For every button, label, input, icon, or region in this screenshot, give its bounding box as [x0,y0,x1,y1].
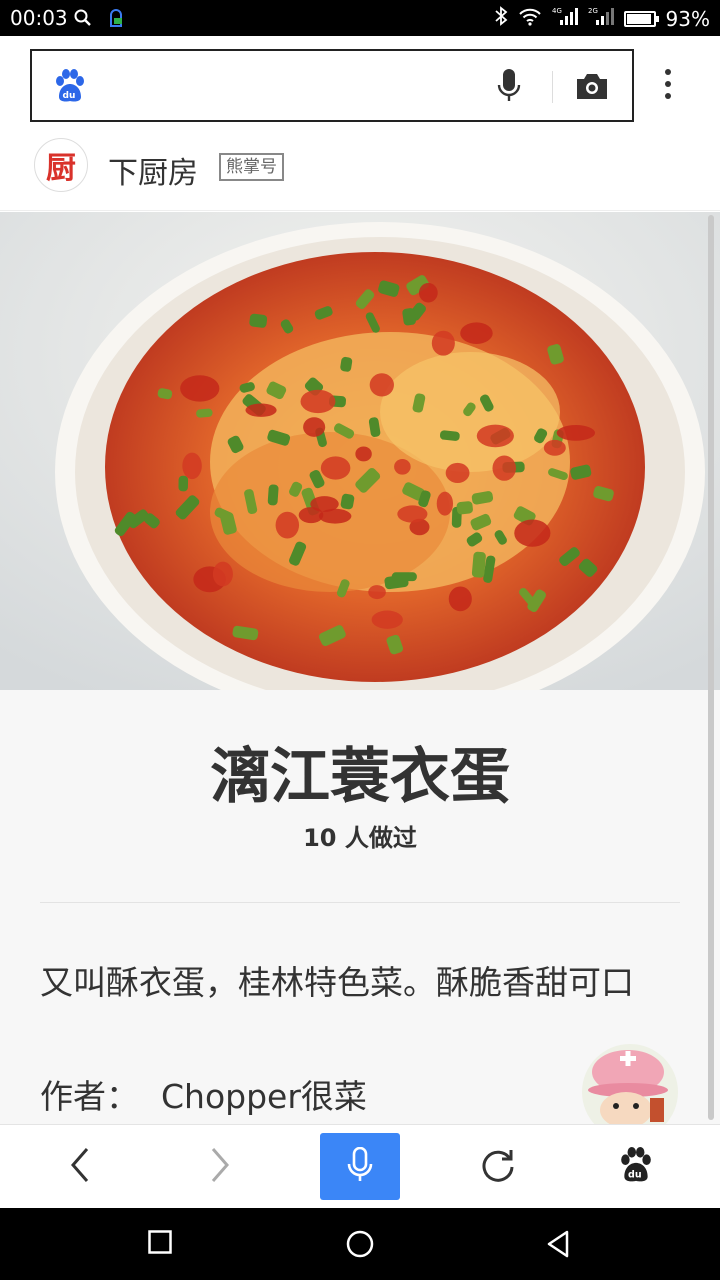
battery-percent: 93% [665,6,710,31]
bluetooth-icon [494,6,508,31]
author-avatar[interactable] [580,1042,680,1124]
divider [40,902,680,903]
green-pepper-piece [402,308,416,326]
recipe-photo [0,212,720,690]
recipe-title: 漓江蓑衣蛋 [210,742,510,812]
tomato-piece [445,462,470,483]
4g-signal-icon: 4G [552,6,578,31]
tomato-piece [303,417,326,437]
tomato-piece [182,452,202,480]
tomato-piece [371,610,403,629]
svg-text:du: du [63,91,76,101]
green-pepper-piece [456,501,473,515]
forward-button[interactable] [180,1125,260,1209]
tomato-piece [318,508,352,524]
green-pepper-piece [178,475,189,492]
author-label: 作者： [40,1077,139,1116]
tomato-piece [543,439,566,456]
recipe-info: 漓江蓑衣蛋 10 人做过 又叫酥衣蛋，桂林特色菜。酥脆香甜可口 作者： Chopp… [0,690,720,1124]
back-icon[interactable] [69,1147,91,1187]
refresh-icon[interactable] [480,1147,516,1187]
tomato-piece [431,330,455,356]
system-navigation-bar [0,1208,720,1280]
tomato-piece [514,519,551,547]
voice-search-icon[interactable] [347,1146,373,1187]
home-icon[interactable] [346,1230,374,1262]
status-time: 00:03 [10,6,68,30]
tomato-piece [556,425,596,441]
tomato-piece [275,511,300,539]
tomato-piece [212,561,233,587]
svg-text:2G: 2G [588,7,598,15]
tomato-piece [355,446,372,462]
made-count: 10 人做过 [303,824,417,852]
tomato-piece [460,322,493,344]
tomato-piece [436,491,454,516]
battery-icon [623,10,659,27]
tomato-piece [492,455,517,481]
tomato-piece [245,403,277,417]
tomato-piece [368,585,386,600]
tomato-piece [369,373,394,397]
camera-icon[interactable] [575,71,609,105]
baidu-paw-icon[interactable]: du [54,69,86,107]
svg-text:4G: 4G [552,7,562,15]
baidu-home-button[interactable]: du [596,1125,676,1209]
browser-toolbar: du [0,1124,720,1208]
green-pepper-piece [471,551,486,578]
back-button[interactable] [40,1125,120,1209]
green-pepper-piece [267,484,279,506]
author-line[interactable]: 作者： Chopper很菜 [40,1070,367,1118]
source-logo[interactable]: 厨 [34,138,88,192]
tomato-piece [418,282,438,303]
2g-signal-icon: 2G [588,6,614,31]
refresh-button[interactable] [458,1125,538,1209]
green-pepper-piece [391,572,417,582]
baidu-home-icon[interactable]: du [619,1147,653,1187]
status-bar: 00:03 4G 2G 93% [0,0,720,36]
source-badge: 熊掌号 [219,153,284,181]
tomato-piece [397,505,428,523]
tomato-piece [320,456,351,480]
search-icon [74,9,92,31]
page-scrollbar[interactable] [708,215,714,1120]
source-header[interactable]: 厨 下厨房 熊掌号 [0,132,720,211]
recipe-description: 又叫酥衣蛋，桂林特色菜。酥脆香甜可口 [40,963,634,1002]
tomato-piece [394,458,411,475]
forward-icon[interactable] [209,1147,231,1187]
svg-text:du: du [628,1170,642,1181]
microphone-icon[interactable] [497,69,521,107]
author-name[interactable]: Chopper很菜 [161,1077,367,1116]
green-pepper-piece [249,313,268,328]
tomato-piece [180,375,220,402]
voice-search-button[interactable] [320,1133,400,1200]
tomato-piece [476,424,514,448]
recent-apps-icon[interactable] [148,1230,172,1258]
tomato-piece [300,389,336,414]
app-notification-icon [106,8,126,32]
search-box[interactable]: du [30,49,634,122]
back-triangle-icon[interactable] [546,1230,570,1262]
wifi-icon [518,7,542,31]
source-name[interactable]: 下厨房 [108,148,198,192]
search-divider [552,71,553,103]
tomato-piece [448,586,472,612]
more-vertical-icon[interactable] [664,68,672,104]
